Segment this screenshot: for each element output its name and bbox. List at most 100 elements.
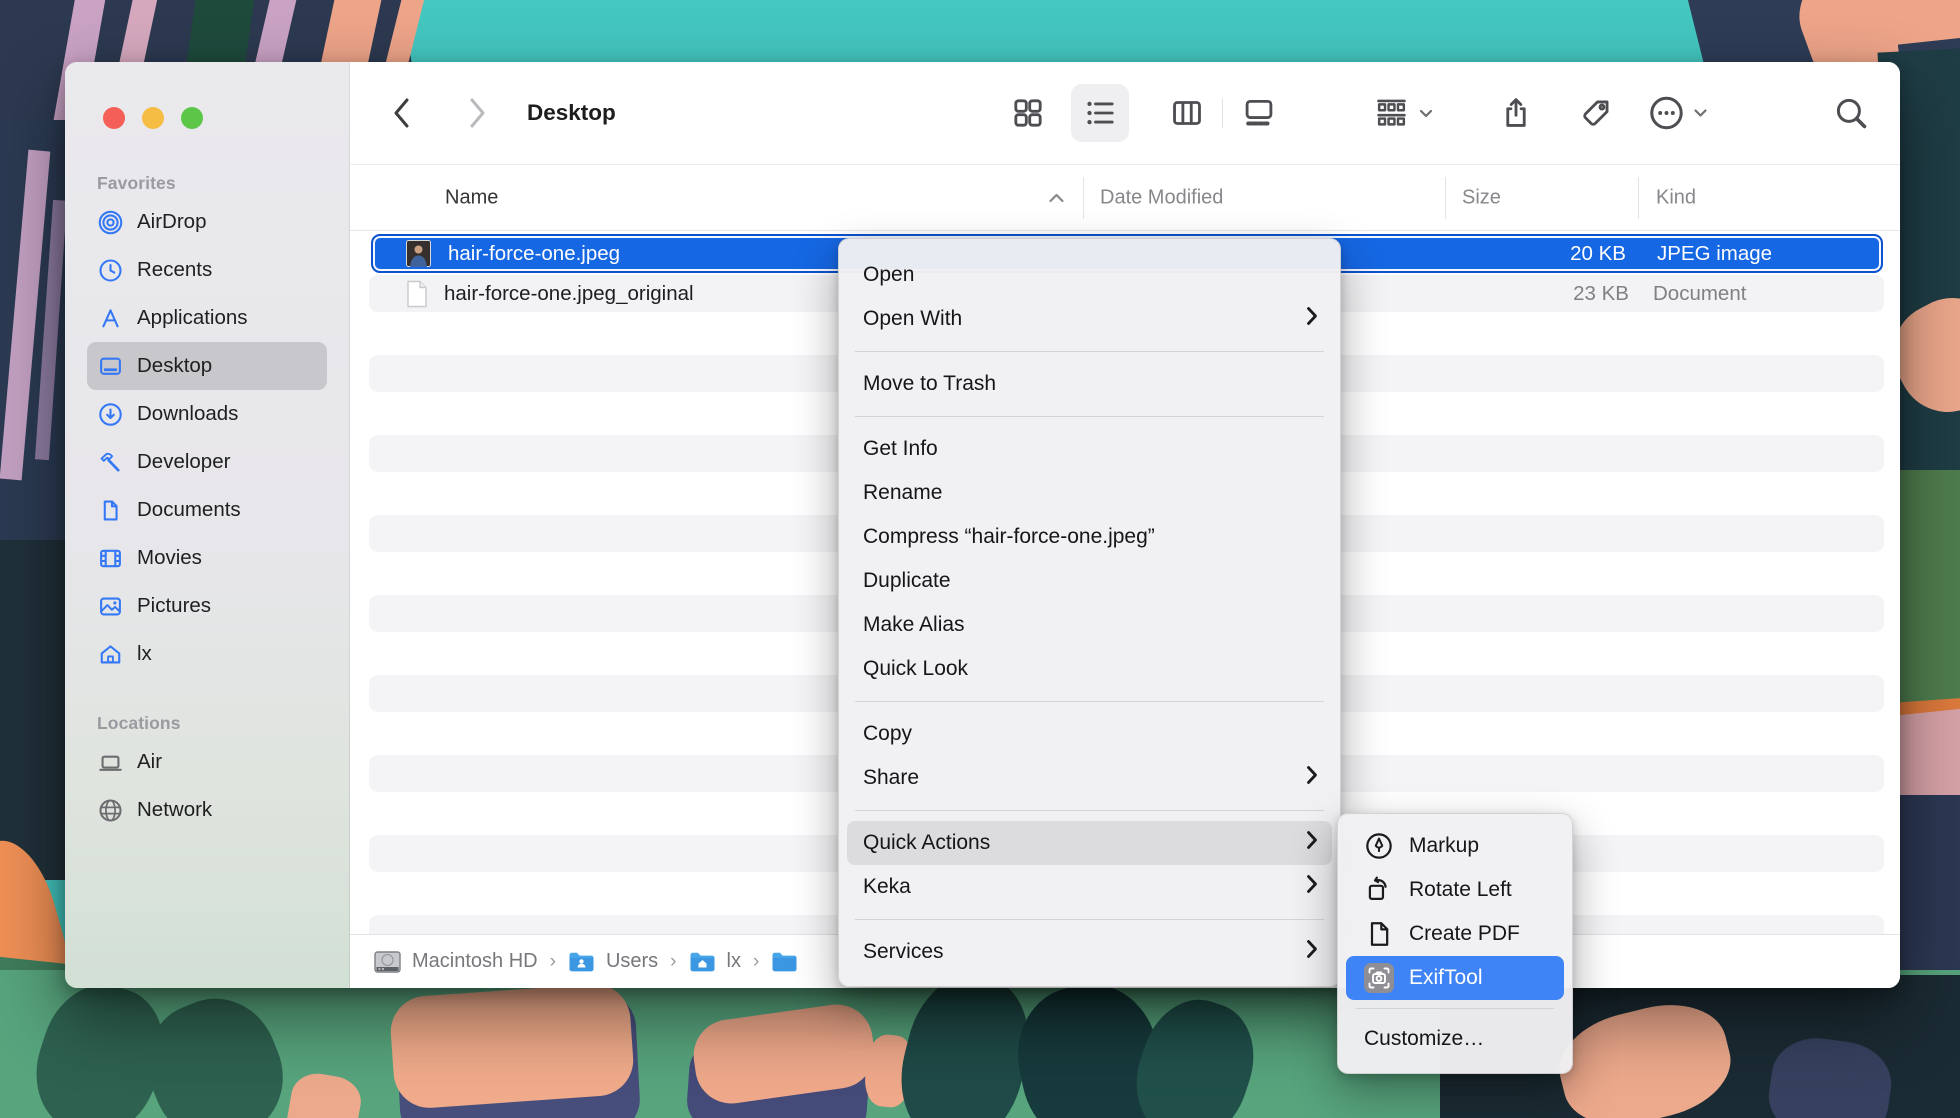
sidebar-section-label: Locations — [65, 708, 349, 738]
menu-item-label: Move to Trash — [863, 372, 996, 396]
downloads-icon — [98, 402, 123, 427]
submenu-item-rotate-left[interactable]: Rotate Left — [1346, 868, 1564, 912]
sidebar-item-downloads[interactable]: Downloads — [87, 390, 327, 438]
forward-button[interactable] — [466, 96, 488, 130]
path-item-macintosh-hd[interactable]: Macintosh HD — [374, 950, 538, 974]
file-size: 20 KB — [1570, 242, 1626, 266]
sidebar-item-pictures[interactable]: Pictures — [87, 582, 327, 630]
sidebar-nav: FavoritesAirDropRecentsApplicationsDeskt… — [65, 168, 349, 834]
submenu-item-create-pdf[interactable]: Create PDF — [1346, 912, 1564, 956]
path-item-users[interactable]: Users — [568, 950, 658, 973]
menu-item-share[interactable]: Share — [847, 756, 1332, 800]
gallery-view-button[interactable] — [1241, 96, 1277, 130]
menu-item-get-info[interactable]: Get Info — [847, 427, 1332, 471]
column-divider[interactable] — [1638, 177, 1639, 219]
share-icon — [1499, 94, 1533, 132]
menu-item-copy[interactable]: Copy — [847, 712, 1332, 756]
list-view-button[interactable] — [1083, 96, 1117, 130]
submenu-item-label: ExifTool — [1409, 966, 1483, 990]
hard-drive-icon — [374, 950, 401, 974]
menu-separator — [1356, 1008, 1554, 1009]
menu-item-label: Copy — [863, 722, 912, 746]
column-header-size[interactable]: Size — [1462, 186, 1501, 209]
more-button[interactable] — [1649, 95, 1708, 131]
sidebar-item-label: Applications — [137, 306, 248, 330]
sidebar-item-label: Recents — [137, 258, 212, 282]
submenu-item-label: Markup — [1409, 834, 1479, 858]
menu-item-keka[interactable]: Keka — [847, 865, 1332, 909]
close-button[interactable] — [103, 107, 125, 129]
menu-item-duplicate[interactable]: Duplicate — [847, 559, 1332, 603]
jpeg-thumbnail-icon — [406, 240, 431, 267]
sidebar-item-lx[interactable]: lx — [87, 630, 327, 678]
film-icon — [98, 546, 123, 571]
sidebar-item-developer[interactable]: Developer — [87, 438, 327, 486]
back-button[interactable] — [391, 96, 413, 130]
exiftool-icon — [1364, 963, 1394, 993]
sidebar-item-applications[interactable]: Applications — [87, 294, 327, 342]
menu-item-label: Open With — [863, 307, 962, 331]
sidebar-item-label: Network — [137, 798, 212, 822]
menu-item-rename[interactable]: Rename — [847, 471, 1332, 515]
menu-item-move-to-trash[interactable]: Move to Trash — [847, 362, 1332, 406]
menu-item-compress-hair-force-one-jpeg[interactable]: Compress “hair-force-one.jpeg” — [847, 515, 1332, 559]
share-button[interactable] — [1499, 94, 1533, 132]
sidebar-item-label: Movies — [137, 546, 202, 570]
menu-item-label: Get Info — [863, 437, 938, 461]
sidebar-item-air[interactable]: Air — [87, 738, 327, 786]
search-button[interactable] — [1833, 95, 1869, 131]
path-item-folder[interactable] — [771, 951, 798, 973]
sidebar-item-desktop[interactable]: Desktop — [87, 342, 327, 390]
submenu-item-exiftool[interactable]: ExifTool — [1346, 956, 1564, 1000]
globe-icon — [98, 798, 123, 823]
chevron-down-icon — [1419, 108, 1433, 118]
group-button[interactable] — [1373, 95, 1433, 132]
wallpaper-shape — [388, 982, 635, 1110]
minimize-button[interactable] — [142, 107, 164, 129]
file-size: 23 KB — [1573, 282, 1629, 306]
hammer-icon — [98, 450, 123, 475]
menu-item-open[interactable]: Open — [847, 253, 1332, 297]
sidebar-item-label: Documents — [137, 498, 241, 522]
column-header-date-modified[interactable]: Date Modified — [1100, 186, 1223, 209]
column-view-icon — [1170, 96, 1204, 130]
menu-item-services[interactable]: Services — [847, 930, 1332, 974]
clock-icon — [98, 258, 123, 283]
sidebar-item-label: AirDrop — [137, 210, 207, 234]
folder-icon — [771, 951, 798, 973]
sidebar-item-documents[interactable]: Documents — [87, 486, 327, 534]
path-item-label: lx — [727, 950, 741, 973]
path-item-lx[interactable]: lx — [689, 950, 741, 973]
column-divider[interactable] — [1445, 177, 1446, 219]
sidebar-item-label: Air — [137, 750, 162, 774]
menu-item-make-alias[interactable]: Make Alias — [847, 603, 1332, 647]
submenu-item-label: Rotate Left — [1409, 878, 1512, 902]
submenu-item-markup[interactable]: Markup — [1346, 824, 1564, 868]
icon-view-icon — [1011, 96, 1045, 130]
pictures-icon — [98, 594, 123, 619]
sidebar-item-airdrop[interactable]: AirDrop — [87, 198, 327, 246]
menu-item-quick-look[interactable]: Quick Look — [847, 647, 1332, 691]
path-item-label: Users — [606, 950, 658, 973]
column-view-button[interactable] — [1170, 96, 1204, 130]
sidebar-item-network[interactable]: Network — [87, 786, 327, 834]
menu-item-open-with[interactable]: Open With — [847, 297, 1332, 341]
menu-item-label: Keka — [863, 875, 911, 899]
more-icon — [1649, 95, 1685, 131]
folder-home-icon — [689, 951, 716, 973]
group-icon — [1373, 95, 1410, 132]
icon-view-button[interactable] — [1011, 96, 1045, 130]
tag-button[interactable] — [1579, 96, 1613, 130]
sidebar-item-recents[interactable]: Recents — [87, 246, 327, 294]
column-header-row: Name Date Modified Size Kind — [350, 165, 1900, 231]
menu-item-quick-actions[interactable]: Quick Actions — [847, 821, 1332, 865]
zoom-button[interactable] — [181, 107, 203, 129]
sidebar-item-movies[interactable]: Movies — [87, 534, 327, 582]
column-header-kind[interactable]: Kind — [1656, 186, 1696, 209]
path-separator-icon: › — [550, 951, 556, 973]
submenu-chevron-icon — [1306, 939, 1318, 965]
submenu-item-customize[interactable]: Customize… — [1346, 1017, 1564, 1061]
column-header-name[interactable]: Name — [445, 186, 498, 209]
menu-item-label: Services — [863, 940, 944, 964]
column-divider[interactable] — [1083, 177, 1084, 219]
